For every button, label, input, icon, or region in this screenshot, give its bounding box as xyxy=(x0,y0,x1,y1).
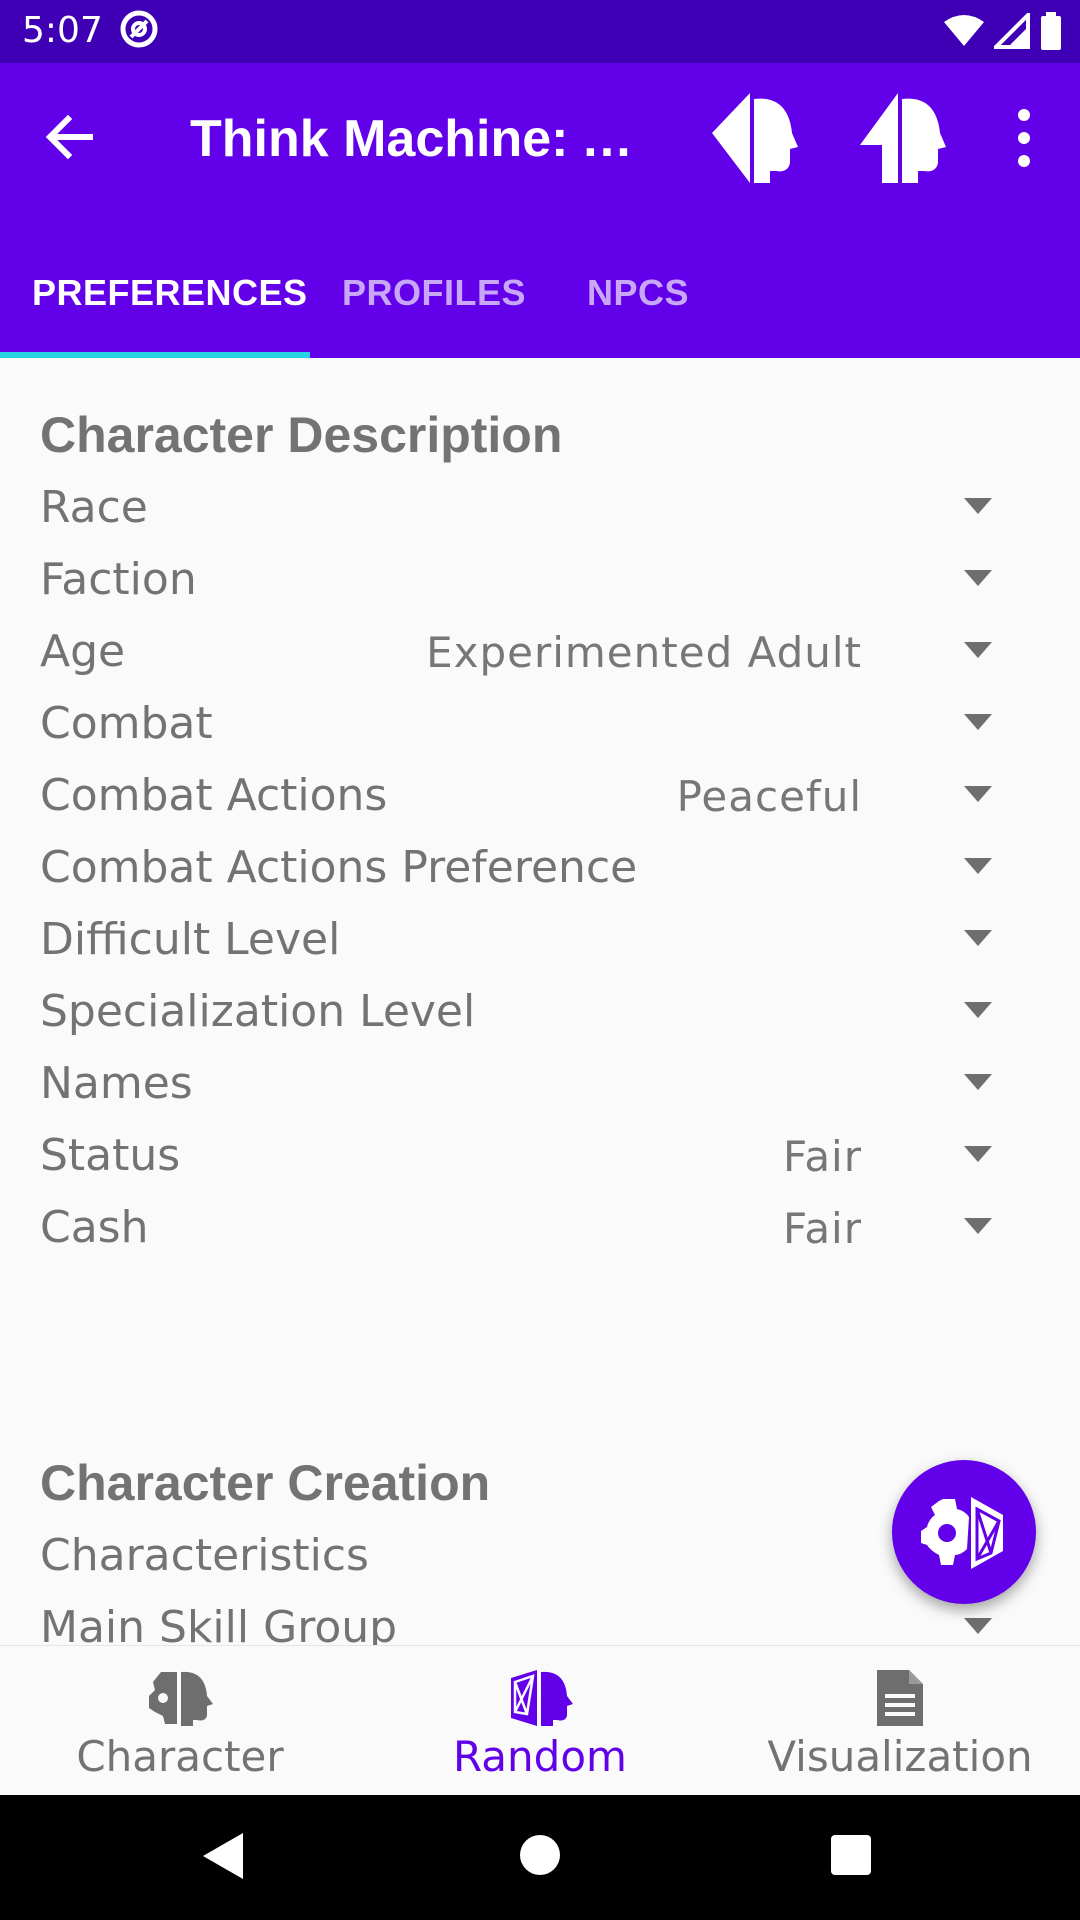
random-head-icon xyxy=(511,1670,573,1726)
wifi-icon xyxy=(944,15,984,46)
section-title-character-creation: Character Creation xyxy=(40,1455,491,1511)
dropdown-arrow-icon[interactable] xyxy=(964,858,992,876)
pref-label: Main Skill Group xyxy=(40,1602,398,1645)
dropdown-arrow-icon[interactable] xyxy=(964,570,992,588)
pref-row-race[interactable]: Race xyxy=(0,472,1080,544)
pref-label: Names xyxy=(40,1058,193,1109)
document-icon xyxy=(877,1670,923,1726)
app-bar: Think Machine: A… xyxy=(0,63,1080,210)
system-recents-icon[interactable] xyxy=(831,1835,871,1875)
pref-row-combat[interactable]: Combat xyxy=(0,688,1080,760)
system-home-icon[interactable] xyxy=(520,1835,560,1875)
status-bar: 5:07 xyxy=(0,0,1080,63)
bottom-navigation: Character Random Visualization xyxy=(0,1645,1080,1796)
pref-label: Combat xyxy=(40,698,213,749)
dropdown-arrow-icon[interactable] xyxy=(964,1618,992,1636)
randomize-fab[interactable] xyxy=(892,1460,1036,1604)
dropdown-arrow-icon[interactable] xyxy=(964,930,992,948)
status-time: 5:07 xyxy=(22,10,103,51)
pref-value: Fair xyxy=(783,1204,862,1253)
system-back-icon[interactable] xyxy=(203,1833,243,1879)
at-sign-icon xyxy=(120,10,158,48)
back-arrow-icon[interactable] xyxy=(40,107,100,167)
pref-row-combat-actions[interactable]: Combat Actions Peaceful xyxy=(0,760,1080,832)
signal-icon xyxy=(994,13,1030,49)
pref-value: Peaceful xyxy=(676,772,862,821)
section-title-character-description: Character Description xyxy=(40,407,563,463)
tab-npcs[interactable]: NPCS xyxy=(587,272,689,314)
pref-row-faction[interactable]: Faction xyxy=(0,544,1080,616)
dropdown-arrow-icon[interactable] xyxy=(964,786,992,804)
status-icons xyxy=(944,12,1062,50)
pref-label: Status xyxy=(40,1130,181,1181)
nav-item-visualization[interactable]: Visualization xyxy=(720,1646,1080,1796)
pref-row-status[interactable]: Status Fair xyxy=(0,1120,1080,1192)
pref-label: Cash xyxy=(40,1202,149,1253)
tab-profiles[interactable]: PROFILES xyxy=(342,272,526,314)
pref-label: Difficult Level xyxy=(40,914,341,965)
pref-value: Fair xyxy=(783,1132,862,1181)
pref-label: Combat Actions xyxy=(40,770,388,821)
dropdown-arrow-icon[interactable] xyxy=(964,1146,992,1164)
dropdown-arrow-icon[interactable] xyxy=(964,1002,992,1020)
pref-row-combat-actions-preference[interactable]: Combat Actions Preference xyxy=(0,832,1080,904)
pref-row-difficult-level[interactable]: Difficult Level xyxy=(0,904,1080,976)
tab-preferences[interactable]: PREFERENCES xyxy=(32,272,308,314)
pref-label: Combat Actions Preference xyxy=(40,842,638,893)
pref-value: Experimented Adult xyxy=(426,628,862,677)
pref-row-specialization-level[interactable]: Specialization Level xyxy=(0,976,1080,1048)
character-head-icon xyxy=(149,1671,213,1726)
app-title: Think Machine: A… xyxy=(190,110,640,168)
dropdown-arrow-icon[interactable] xyxy=(964,1218,992,1236)
battery-icon xyxy=(1041,12,1061,50)
screen: 5:07 Think Machine: A… PREFERENCES PROFI… xyxy=(0,0,1080,1920)
preferences-content[interactable]: Character Description Race Faction Age E… xyxy=(0,358,1080,1645)
tab-bar: PREFERENCES PROFILES NPCS xyxy=(0,210,1080,358)
nav-label-visualization: Visualization xyxy=(767,1732,1033,1781)
pref-row-cash[interactable]: Cash Fair xyxy=(0,1192,1080,1264)
pref-row-main-skill-group[interactable]: Main Skill Group xyxy=(0,1592,1080,1645)
nav-label-character: Character xyxy=(76,1732,284,1781)
character-head-right-icon[interactable] xyxy=(858,93,946,183)
pref-label: Age xyxy=(40,626,126,677)
pref-label: Race xyxy=(40,482,148,533)
dropdown-arrow-icon[interactable] xyxy=(964,714,992,732)
dropdown-arrow-icon[interactable] xyxy=(964,1074,992,1092)
system-navigation-bar xyxy=(0,1795,1080,1920)
pref-row-age[interactable]: Age Experimented Adult xyxy=(0,616,1080,688)
pref-label: Specialization Level xyxy=(40,986,476,1037)
pref-label: Characteristics xyxy=(40,1530,369,1581)
pref-row-names[interactable]: Names xyxy=(0,1048,1080,1120)
nav-item-character[interactable]: Character xyxy=(0,1646,360,1796)
dropdown-arrow-icon[interactable] xyxy=(964,642,992,660)
nav-label-random: Random xyxy=(453,1732,627,1781)
gear-dice-icon xyxy=(921,1497,1003,1569)
pref-label: Faction xyxy=(40,554,197,605)
dropdown-arrow-icon[interactable] xyxy=(964,498,992,516)
nav-item-random[interactable]: Random xyxy=(360,1646,720,1796)
character-head-left-icon[interactable] xyxy=(710,93,798,183)
more-vert-icon[interactable] xyxy=(1000,105,1048,171)
